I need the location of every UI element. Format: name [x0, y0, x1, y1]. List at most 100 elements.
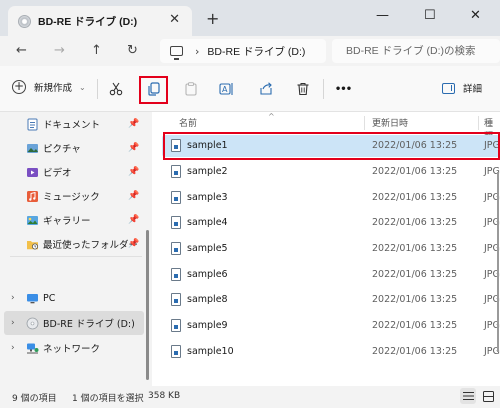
large-icons-view-button[interactable]	[480, 388, 496, 404]
tab-strip: BD-RE ドライブ (D:) ✕ + — ☐ ✕	[0, 0, 500, 36]
sidebar-item-network[interactable]: › ネットワーク	[0, 336, 148, 360]
jpg-file-icon	[171, 216, 181, 229]
file-row-sample4[interactable]: sample4 2022/01/06 13:25 JPG	[162, 212, 500, 234]
file-name: sample10	[187, 346, 234, 357]
sidebar-item-label: ドキュメント	[43, 120, 101, 131]
column-header-name[interactable]: 名前	[179, 116, 197, 129]
status-bar: 9 個の項目 1 個の項目を選択 358 KB	[0, 386, 500, 408]
jpg-file-icon	[171, 191, 181, 204]
file-list-scrollbar[interactable]	[497, 172, 499, 352]
sidebar-item-recent-folders[interactable]: 最近使ったフォルダー 📌	[0, 232, 148, 256]
sidebar-item-gallery[interactable]: ギャラリー 📌	[0, 208, 148, 232]
svg-text:A: A	[222, 85, 228, 94]
recent-folder-icon	[27, 240, 38, 249]
file-date: 2022/01/06 13:25	[372, 294, 458, 305]
pin-icon: 📌	[128, 167, 140, 177]
new-tab-button[interactable]: +	[206, 9, 219, 28]
file-row-sample3[interactable]: sample3 2022/01/06 13:25 JPG	[162, 187, 500, 209]
file-date: 2022/01/06 13:25	[372, 217, 458, 228]
expand-chevron-icon[interactable]: ›	[11, 318, 15, 328]
file-date: 2022/01/06 13:25	[372, 166, 458, 177]
file-row-sample9[interactable]: sample9 2022/01/06 13:25 JPG	[162, 315, 500, 337]
sidebar-item-pc[interactable]: › PC	[0, 286, 148, 310]
file-row-sample10[interactable]: sample10 2022/01/06 13:25 JPG	[162, 341, 500, 363]
details-pane-button[interactable]: 詳細	[442, 81, 482, 95]
pc-icon	[27, 293, 38, 303]
rename-icon: A	[219, 83, 233, 95]
file-date: 2022/01/06 13:25	[372, 269, 458, 280]
expand-chevron-icon[interactable]: ›	[11, 293, 15, 303]
jpg-file-icon	[171, 242, 181, 255]
pin-icon: 📌	[128, 119, 140, 129]
pictures-icon	[27, 143, 38, 153]
paste-button[interactable]	[180, 78, 202, 100]
jpg-file-icon	[171, 345, 181, 358]
tab-close-icon[interactable]: ✕	[169, 12, 180, 27]
trash-icon	[297, 83, 309, 96]
refresh-button[interactable]: ↻	[127, 43, 138, 58]
jpg-file-icon	[171, 268, 181, 281]
column-header-date[interactable]: 更新日時	[372, 116, 408, 129]
jpg-file-icon	[171, 319, 181, 332]
file-row-sample6[interactable]: sample6 2022/01/06 13:25 JPG	[162, 264, 500, 286]
forward-button[interactable]: →	[54, 43, 65, 58]
paste-icon	[185, 82, 197, 96]
selection-size: 358 KB	[148, 391, 181, 401]
sidebar-item-label: PC	[43, 292, 56, 304]
expand-chevron-icon[interactable]: ›	[11, 343, 15, 353]
sidebar-item-pictures[interactable]: ピクチャ 📌	[0, 136, 148, 160]
file-row-sample5[interactable]: sample5 2022/01/06 13:25 JPG	[162, 238, 500, 260]
selected-row-highlight	[163, 132, 500, 160]
music-icon	[27, 190, 38, 202]
more-options-button[interactable]: •••	[332, 78, 354, 100]
selection-count: 1 個の項目を選択	[72, 394, 144, 404]
sidebar-item-documents[interactable]: ドキュメント 📌	[0, 112, 148, 136]
close-window-button[interactable]: ✕	[470, 8, 481, 23]
file-row-sample2[interactable]: sample2 2022/01/06 13:25 JPG	[162, 161, 500, 183]
maximize-button[interactable]: ☐	[424, 8, 436, 23]
sidebar-item-label: ネットワーク	[43, 344, 101, 355]
gallery-icon	[27, 215, 38, 225]
pin-icon: 📌	[128, 215, 140, 225]
sidebar-item-music[interactable]: ミュージック 📌	[0, 184, 148, 208]
details-view-button[interactable]	[460, 388, 476, 404]
details-label: 詳細	[463, 84, 483, 95]
delete-button[interactable]	[292, 78, 314, 100]
sidebar-item-videos[interactable]: ビデオ 📌	[0, 160, 148, 184]
address-row: ← → ↑ ↻ › BD-RE ドライブ (D:) BD-RE ドライブ (D:…	[0, 36, 500, 66]
documents-icon	[27, 118, 38, 130]
file-row-sample8[interactable]: sample8 2022/01/06 13:25 JPG	[162, 289, 500, 311]
breadcrumb-chevron-icon: ›	[195, 44, 200, 58]
breadcrumb-current[interactable]: BD-RE ドライブ (D:)	[207, 44, 305, 59]
file-name: sample5	[187, 243, 228, 254]
file-name: sample4	[187, 217, 228, 228]
details-pane-icon	[442, 82, 455, 94]
up-button[interactable]: ↑	[91, 43, 102, 58]
tab-bd-re-drive[interactable]: BD-RE ドライブ (D:) ✕	[8, 6, 192, 36]
item-count: 9 個の項目	[12, 394, 57, 404]
network-icon	[27, 343, 39, 353]
command-bar: + 新規作成 ⌄ A ••• 詳細	[0, 66, 500, 112]
back-button[interactable]: ←	[16, 43, 27, 58]
file-date: 2022/01/06 13:25	[372, 192, 458, 203]
new-button-label: 新規作成	[34, 83, 73, 94]
pin-icon: 📌	[128, 143, 140, 153]
address-bar[interactable]: › BD-RE ドライブ (D:)	[160, 39, 326, 63]
monitor-icon	[170, 46, 183, 60]
minimize-button[interactable]: —	[376, 8, 389, 23]
pin-icon: 📌	[128, 191, 140, 201]
column-divider[interactable]	[478, 116, 479, 130]
rename-button[interactable]: A	[216, 78, 238, 100]
file-date: 2022/01/06 13:25	[372, 320, 458, 331]
sidebar-item-bd-re-drive[interactable]: › BD-RE ドライブ (D:)	[4, 311, 144, 335]
file-date: 2022/01/06 13:25	[372, 243, 458, 254]
share-button[interactable]	[255, 78, 277, 100]
search-input[interactable]: BD-RE ドライブ (D:)の検索	[332, 39, 500, 63]
cut-button[interactable]	[105, 78, 127, 100]
new-button[interactable]: + 新規作成 ⌄	[12, 80, 86, 94]
sidebar-scrollbar[interactable]	[146, 230, 149, 380]
disc-drive-icon	[26, 317, 39, 329]
column-divider[interactable]	[364, 116, 365, 130]
file-name: sample3	[187, 192, 228, 203]
file-name: sample6	[187, 269, 228, 280]
